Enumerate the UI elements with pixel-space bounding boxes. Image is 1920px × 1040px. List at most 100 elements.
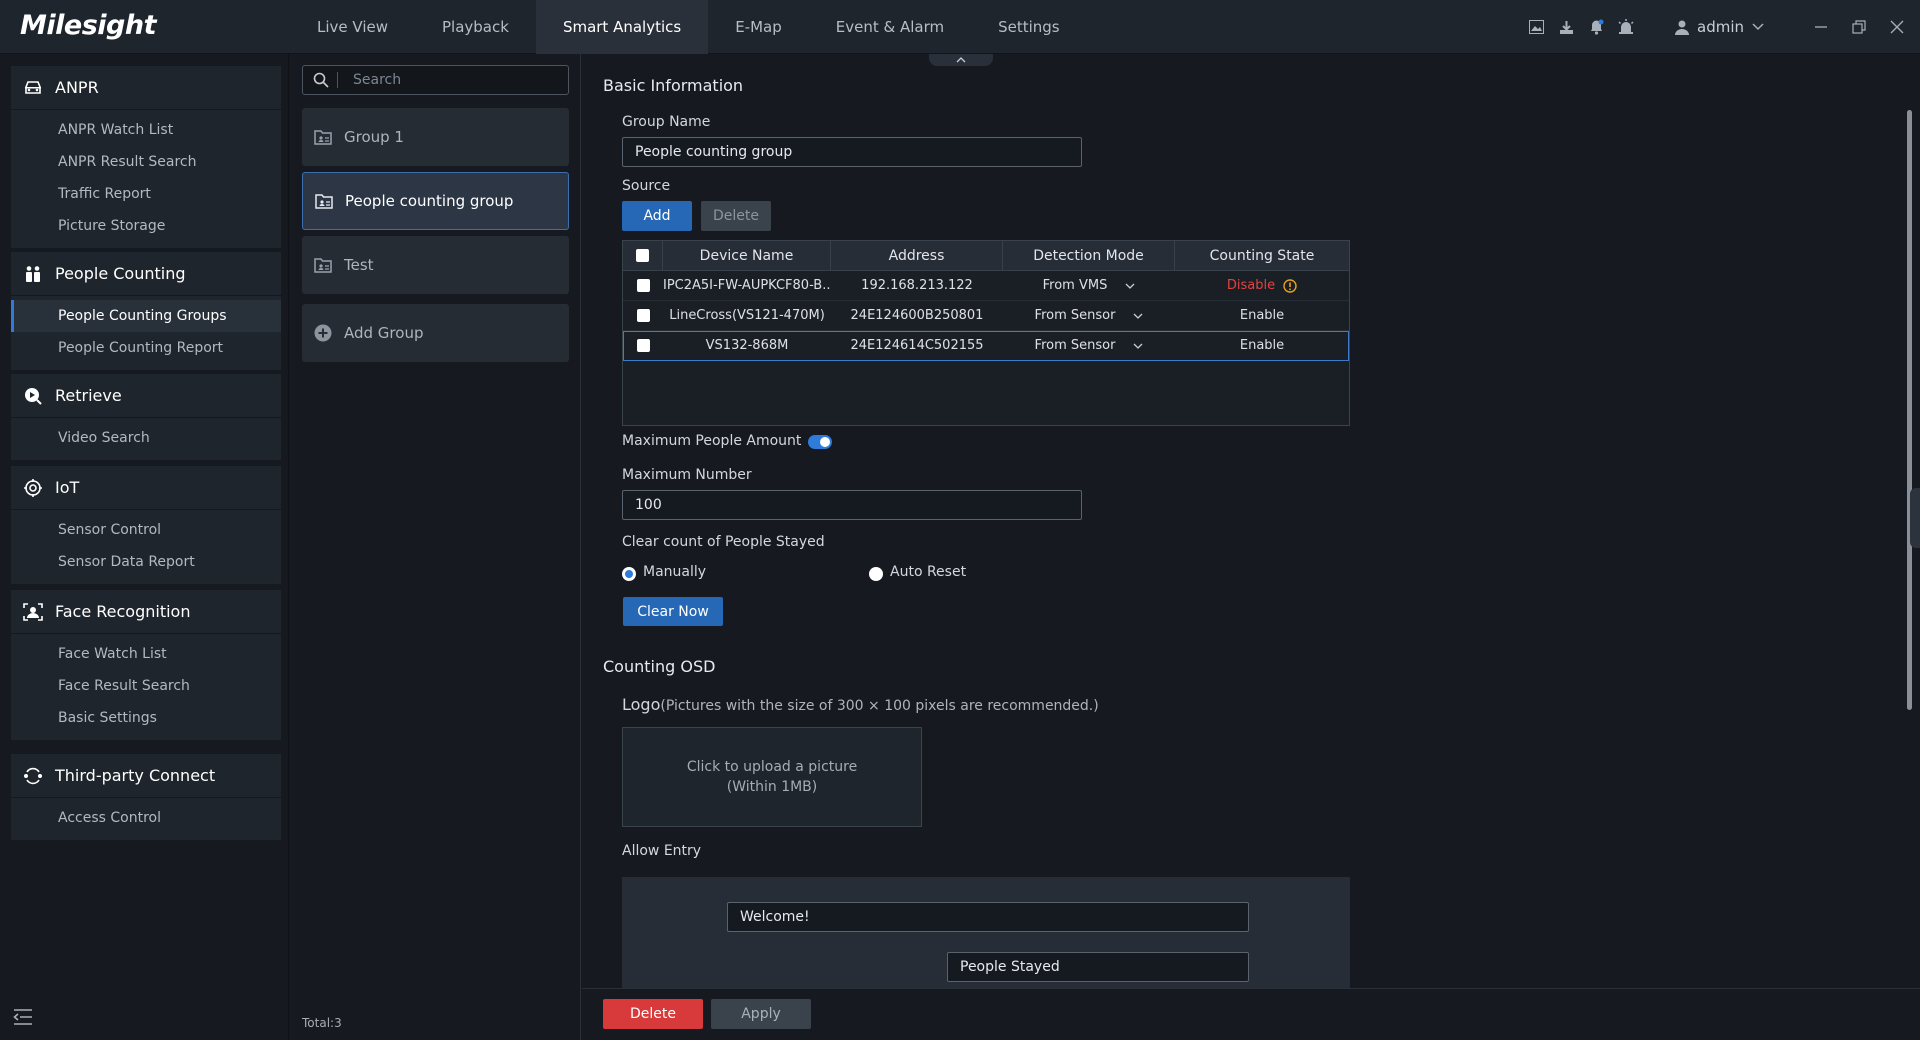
download-icon[interactable]	[1557, 18, 1575, 36]
group-card-group-1[interactable]: Group 1	[302, 108, 569, 166]
close-icon[interactable]	[1888, 18, 1906, 36]
group-name: Test	[344, 256, 374, 274]
sidebar-item-face-watch-list[interactable]: Face Watch List	[11, 638, 281, 670]
add-group-button[interactable]: Add Group	[302, 304, 569, 362]
source-device-table: Device Name Address Detection Mode Count…	[622, 240, 1350, 426]
chevron-down-icon	[1125, 283, 1135, 289]
counting-state: Enable	[1175, 338, 1349, 353]
sidebar-section-iot: IoT Sensor Control Sensor Data Report	[11, 466, 281, 584]
sidebar-header-iot[interactable]: IoT	[11, 466, 281, 510]
sidebar: ANPR ANPR Watch List ANPR Result Search …	[0, 54, 289, 1040]
sidebar-header-anpr[interactable]: ANPR	[11, 66, 281, 110]
logo-upload-area[interactable]: Click to upload a picture (Within 1MB)	[622, 727, 922, 827]
auto-reset-radio-label[interactable]: Auto Reset	[890, 564, 966, 580]
minimize-icon[interactable]	[1812, 18, 1830, 36]
welcome-text-input[interactable]: Welcome!	[727, 902, 1249, 932]
sidebar-item-access-control[interactable]: Access Control	[11, 802, 281, 834]
sidebar-header-face-recognition[interactable]: Face Recognition	[11, 590, 281, 634]
main-scrollbar[interactable]	[1907, 110, 1912, 710]
group-name-label: Group Name	[622, 114, 711, 130]
group-name: People counting group	[345, 192, 514, 210]
tab-playback[interactable]: Playback	[415, 0, 536, 54]
delete-group-button[interactable]: Delete	[603, 999, 703, 1029]
row-checkbox[interactable]	[636, 309, 650, 322]
manually-radio-label[interactable]: Manually	[643, 564, 706, 580]
add-group-label: Add Group	[344, 324, 424, 342]
chevron-up-icon	[956, 57, 966, 63]
max-people-amount-label: Maximum People Amount	[622, 433, 802, 449]
main-nav: Live View Playback Smart Analytics E-Map…	[290, 0, 1087, 54]
counting-state-text: Enable	[1239, 338, 1285, 353]
people-stayed-text-input[interactable]: People Stayed	[947, 952, 1249, 982]
sidebar-item-video-search[interactable]: Video Search	[11, 422, 281, 454]
tab-event-alarm[interactable]: Event & Alarm	[809, 0, 971, 54]
group-folder-icon	[314, 258, 332, 273]
sidebar-section-third-party-connect: Third-party Connect Access Control	[11, 754, 281, 840]
sidebar-item-traffic-report[interactable]: Traffic Report	[11, 178, 281, 210]
max-people-amount-toggle[interactable]	[808, 435, 832, 449]
sidebar-item-picture-storage[interactable]: Picture Storage	[11, 210, 281, 242]
row-checkbox[interactable]	[636, 279, 650, 292]
table-row[interactable]: VS132-868M 24E124614C502155 From Sensor …	[623, 331, 1349, 361]
user-menu[interactable]: admin	[1675, 18, 1764, 36]
sidebar-header-retrieve[interactable]: Retrieve	[11, 374, 281, 418]
manually-radio[interactable]	[622, 567, 636, 581]
face-icon	[23, 602, 43, 621]
apply-button[interactable]: Apply	[711, 999, 811, 1029]
right-panel-handle[interactable]	[1910, 488, 1920, 548]
alarm-siren-icon[interactable]	[1617, 18, 1635, 36]
sidebar-section-people-counting: People Counting People Counting Groups P…	[11, 252, 281, 370]
device-name: VS132-868M	[705, 338, 789, 353]
detection-mode-select[interactable]: From Sensor	[1003, 308, 1175, 323]
max-number-label: Maximum Number	[622, 467, 752, 483]
tab-settings[interactable]: Settings	[971, 0, 1087, 54]
add-source-button[interactable]: Add	[622, 201, 692, 231]
device-address: 24E124614C502155	[850, 338, 984, 353]
menu-collapse-icon[interactable]	[13, 1008, 33, 1026]
sidebar-header-third-party-connect[interactable]: Third-party Connect	[11, 754, 281, 798]
sidebar-item-basic-settings[interactable]: Basic Settings	[11, 702, 281, 734]
group-folder-icon	[314, 130, 332, 145]
select-all-checkbox[interactable]	[636, 249, 649, 262]
warning-icon	[1283, 278, 1297, 293]
collapse-up-toggle[interactable]	[929, 54, 993, 66]
row-checkbox[interactable]	[636, 339, 650, 352]
tab-smart-analytics[interactable]: Smart Analytics	[535, 0, 709, 54]
sidebar-item-anpr-watch-list[interactable]: ANPR Watch List	[11, 114, 281, 146]
allow-entry-label: Allow Entry	[622, 843, 702, 859]
restore-icon[interactable]	[1850, 18, 1868, 36]
group-card-people-counting-group[interactable]: People counting group	[302, 172, 569, 230]
group-name-input[interactable]: People counting group	[622, 137, 1082, 167]
auto-reset-radio[interactable]	[869, 567, 883, 581]
image-icon[interactable]	[1527, 18, 1545, 36]
sidebar-section-anpr: ANPR ANPR Watch List ANPR Result Search …	[11, 66, 281, 248]
group-folder-icon	[315, 194, 333, 209]
sidebar-section-face-recognition: Face Recognition Face Watch List Face Re…	[11, 590, 281, 740]
device-name: LineCross(VS121-470M)	[669, 308, 825, 323]
notification-bell-icon[interactable]	[1587, 18, 1605, 36]
device-address: 192.168.213.122	[861, 278, 973, 293]
detection-mode-select[interactable]: From Sensor	[1003, 338, 1175, 353]
max-number-input[interactable]: 100	[622, 490, 1082, 520]
table-header: Device Name Address Detection Mode Count…	[623, 240, 1349, 271]
clear-now-button[interactable]: Clear Now	[623, 597, 723, 626]
tab-e-map[interactable]: E-Map	[708, 0, 809, 54]
detection-mode-select[interactable]: From VMS	[1003, 278, 1175, 293]
table-row[interactable]: LineCross(VS121-470M) 24E124600B250801 F…	[623, 301, 1349, 331]
sidebar-item-face-result-search[interactable]: Face Result Search	[11, 670, 281, 702]
group-card-test[interactable]: Test	[302, 236, 569, 294]
tab-live-view[interactable]: Live View	[290, 0, 415, 54]
plus-circle-icon	[314, 324, 332, 342]
table-row[interactable]: IPC2A5I-FW-AUPKCF80-B... 192.168.213.122…	[623, 271, 1349, 301]
delete-source-button[interactable]: Delete	[701, 201, 771, 231]
group-detail-panel: Basic Information Group Name People coun…	[582, 54, 1920, 988]
sidebar-item-anpr-result-search[interactable]: ANPR Result Search	[11, 146, 281, 178]
counting-state: Disable	[1175, 278, 1349, 293]
sidebar-item-people-counting-report[interactable]: People Counting Report	[11, 332, 281, 364]
group-total: Total:3	[302, 1016, 342, 1030]
sidebar-item-people-counting-groups[interactable]: People Counting Groups	[11, 300, 281, 332]
search-input[interactable]	[338, 72, 538, 88]
sidebar-item-sensor-data-report[interactable]: Sensor Data Report	[11, 546, 281, 578]
sidebar-header-people-counting[interactable]: People Counting	[11, 252, 281, 296]
sidebar-item-sensor-control[interactable]: Sensor Control	[11, 514, 281, 546]
